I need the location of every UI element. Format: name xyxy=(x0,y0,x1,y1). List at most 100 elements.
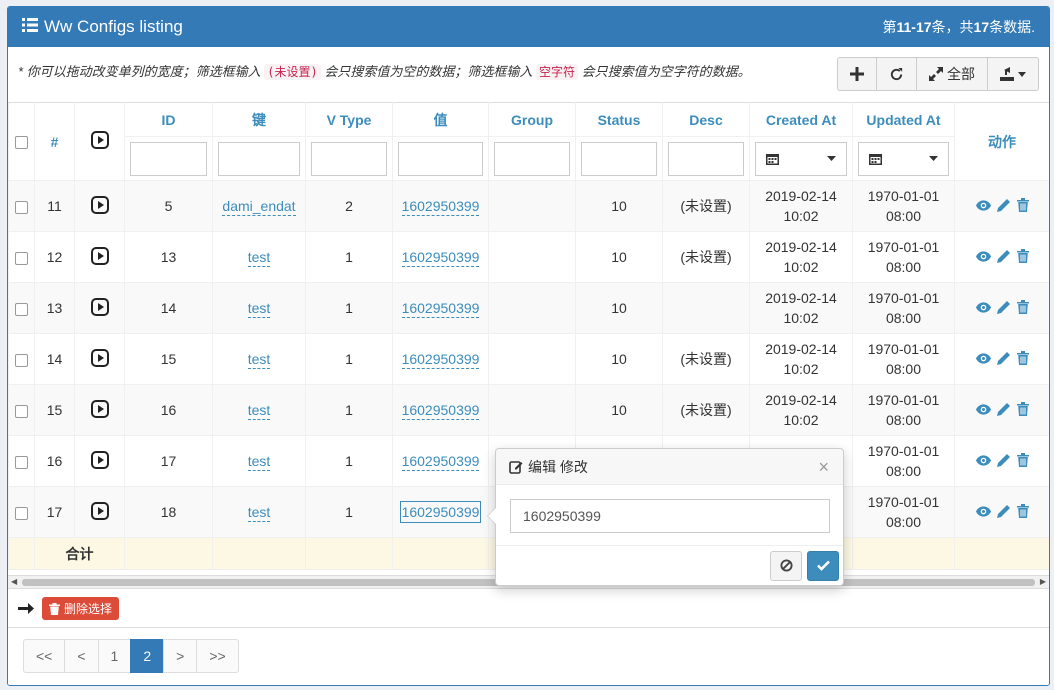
cell-updated-at: 1970-01-01 08:00 xyxy=(852,486,955,538)
refresh-button[interactable] xyxy=(877,58,917,90)
key-editable[interactable]: test xyxy=(247,504,271,522)
trash-icon[interactable] xyxy=(1016,503,1029,521)
export-icon xyxy=(1000,67,1014,81)
filter-created-date[interactable] xyxy=(755,141,847,176)
close-icon[interactable]: × xyxy=(818,457,829,478)
hint-text-2: 会只搜索值为空的数据；筛选框输入 xyxy=(324,64,533,79)
filter-group-input[interactable] xyxy=(494,141,570,176)
trash-icon[interactable] xyxy=(1016,248,1029,266)
value-editable[interactable]: 1602950399 xyxy=(401,351,480,369)
col-header-desc[interactable]: Desc xyxy=(662,102,750,137)
page-link[interactable]: < xyxy=(64,639,99,673)
caret-down-icon xyxy=(1018,72,1026,77)
updated-time: 08:00 xyxy=(885,463,922,479)
key-editable[interactable]: test xyxy=(247,300,271,318)
trash-icon[interactable] xyxy=(1016,299,1029,317)
value-editable[interactable]: 1602950399 xyxy=(401,249,480,267)
edit-icon[interactable] xyxy=(996,504,1011,521)
page-link[interactable]: 1 xyxy=(97,639,132,673)
cell-status: 10 xyxy=(575,282,663,334)
filter-updated-date[interactable] xyxy=(858,141,949,176)
edit-icon[interactable] xyxy=(996,249,1011,266)
filter-desc-input[interactable] xyxy=(668,141,744,176)
view-icon[interactable] xyxy=(975,198,991,214)
play-square-icon xyxy=(90,246,109,265)
add-button[interactable] xyxy=(838,58,877,90)
value-editable[interactable]: 1602950399 xyxy=(401,198,480,216)
row-checkbox[interactable] xyxy=(15,251,28,265)
key-editable[interactable]: test xyxy=(247,453,271,471)
row-checkbox[interactable] xyxy=(15,506,28,520)
filter-vtype-input[interactable] xyxy=(311,141,387,176)
col-header-key[interactable]: 键 xyxy=(212,102,306,137)
view-icon[interactable] xyxy=(975,402,991,418)
page-link[interactable]: 2 xyxy=(130,639,165,673)
toggle-all-button[interactable]: 全部 xyxy=(917,58,988,90)
export-button[interactable] xyxy=(988,58,1038,90)
view-icon[interactable] xyxy=(975,249,991,265)
page-link[interactable]: >> xyxy=(196,639,239,673)
edit-icon[interactable] xyxy=(996,198,1011,215)
row-checkbox[interactable] xyxy=(15,353,28,367)
col-header-id[interactable]: ID xyxy=(124,102,213,137)
filter-status-input[interactable] xyxy=(581,141,657,176)
row-checkbox[interactable] xyxy=(15,302,28,316)
scroll-right-icon[interactable]: ▶ xyxy=(1040,577,1046,586)
view-icon[interactable] xyxy=(975,504,991,520)
view-icon[interactable] xyxy=(975,351,991,367)
value-editable[interactable]: 1602950399 xyxy=(401,300,480,318)
col-header-updated[interactable]: Updated At xyxy=(852,102,955,137)
trash-icon[interactable] xyxy=(1016,401,1029,419)
updated-time: 08:00 xyxy=(885,310,922,326)
value-editable[interactable]: 1602950399 xyxy=(401,453,480,471)
edit-icon[interactable] xyxy=(996,300,1011,317)
col-header-vtype[interactable]: V Type xyxy=(305,102,393,137)
key-editable[interactable]: test xyxy=(247,402,271,420)
key-editable[interactable]: dami_endat xyxy=(222,198,296,216)
popover-value-input[interactable]: 1602950399 xyxy=(510,499,830,533)
updated-date: 1970-01-01 xyxy=(867,443,940,459)
cell-created-at: 2019-02-14 10:02 xyxy=(749,384,853,436)
cell-id: 18 xyxy=(124,486,213,538)
cell-created-at: 2019-02-14 10:02 xyxy=(749,180,853,232)
popover-cancel-button[interactable] xyxy=(770,550,802,581)
filter-key-input[interactable] xyxy=(218,141,300,176)
row-checkbox[interactable] xyxy=(15,455,28,469)
key-editable[interactable]: test xyxy=(247,351,271,369)
trash-icon[interactable] xyxy=(1016,197,1029,215)
col-header-status[interactable]: Status xyxy=(575,102,663,137)
filter-id-input[interactable] xyxy=(130,141,207,176)
page-link[interactable]: << xyxy=(23,639,66,673)
cell-vtype: 1 xyxy=(305,282,393,334)
trash-icon[interactable] xyxy=(1016,350,1029,368)
delete-selected-button[interactable]: 删除选择 xyxy=(42,597,120,620)
key-editable[interactable]: test xyxy=(247,249,271,267)
arrow-right-icon xyxy=(18,603,34,614)
row-number: 15 xyxy=(34,384,75,436)
popover-arrow-inner xyxy=(488,508,496,524)
row-checkbox[interactable] xyxy=(15,404,28,418)
filter-cell-updated xyxy=(852,136,955,181)
view-icon[interactable] xyxy=(975,300,991,316)
updated-time: 08:00 xyxy=(885,514,922,530)
edit-icon[interactable] xyxy=(996,453,1011,470)
page-link[interactable]: > xyxy=(163,639,198,673)
edit-icon[interactable] xyxy=(996,402,1011,419)
col-header-group[interactable]: Group xyxy=(488,102,576,137)
filter-value-input[interactable] xyxy=(398,141,483,176)
cell-updated-at: 1970-01-01 08:00 xyxy=(852,435,955,487)
popover-save-button[interactable] xyxy=(807,550,839,581)
updated-date: 1970-01-01 xyxy=(867,494,940,510)
cell-updated-at: 1970-01-01 08:00 xyxy=(852,282,955,334)
value-editable[interactable]: 1602950399 xyxy=(401,402,480,420)
trash-icon[interactable] xyxy=(1016,452,1029,470)
select-all-checkbox[interactable] xyxy=(15,136,28,150)
value-editable[interactable]: 1602950399 xyxy=(399,501,482,523)
cell-vtype: 1 xyxy=(305,333,393,385)
col-header-created[interactable]: Created At xyxy=(749,102,853,137)
scroll-left-icon[interactable]: ◀ xyxy=(11,577,17,586)
col-header-value[interactable]: 值 xyxy=(392,102,489,137)
view-icon[interactable] xyxy=(975,453,991,469)
row-checkbox[interactable] xyxy=(15,200,28,214)
edit-icon[interactable] xyxy=(996,351,1011,368)
